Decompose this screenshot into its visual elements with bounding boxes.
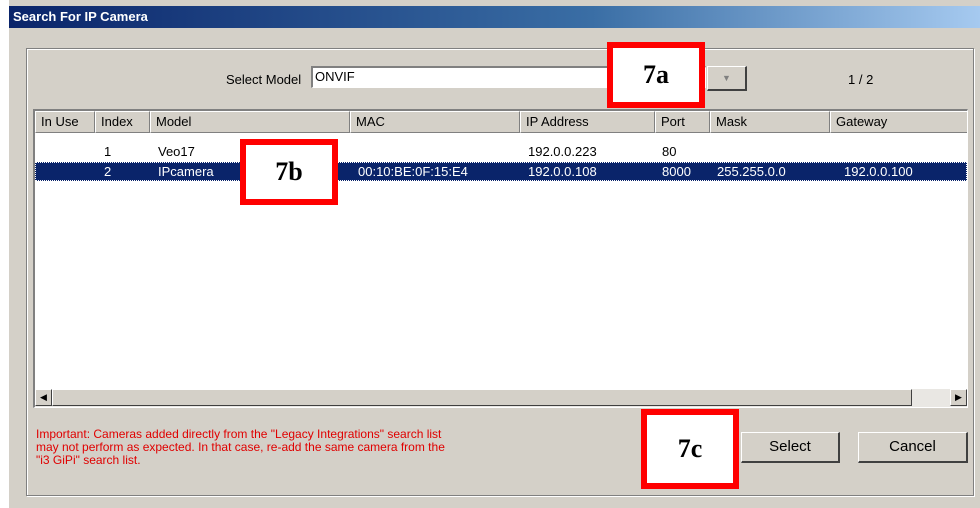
table-row-selected[interactable]: 2 IPcamera 00:10:BE:0F:15:E4 192.0.0.108…: [35, 162, 967, 181]
cell-mac: 00:10:BE:0F:15:E4: [358, 164, 468, 179]
callout-7a: 7a: [607, 42, 705, 108]
notice-line: "i3 GiPi" search list.: [36, 453, 141, 467]
cell-gateway: 192.0.0.100: [844, 164, 913, 179]
column-header-index[interactable]: Index: [95, 111, 150, 133]
page-indicator: 1 / 2: [848, 72, 874, 87]
column-header-ip-address[interactable]: IP Address: [520, 111, 655, 133]
cell-mask: 255.255.0.0: [717, 164, 786, 179]
cell-port: 8000: [662, 164, 691, 179]
chevron-left-icon: ◀: [40, 392, 47, 402]
scroll-left-button[interactable]: ◀: [35, 389, 52, 406]
window-title: Search For IP Camera: [9, 6, 980, 28]
cancel-button[interactable]: Cancel: [858, 432, 968, 463]
scroll-right-button[interactable]: ▶: [950, 389, 967, 406]
important-notice: Important: Cameras added directly from t…: [36, 428, 596, 467]
cell-ip-address: 192.0.0.108: [528, 164, 597, 179]
column-header-mac[interactable]: MAC: [350, 111, 520, 133]
chevron-right-icon: ▶: [955, 392, 962, 402]
cell-model: Veo17: [158, 144, 195, 159]
chevron-down-icon: ▼: [722, 73, 731, 83]
cell-ip-address: 192.0.0.223: [528, 144, 597, 159]
scrollbar-thumb[interactable]: [52, 389, 912, 406]
column-header-gateway[interactable]: Gateway: [830, 111, 967, 133]
cell-index: 1: [104, 144, 112, 159]
select-button[interactable]: Select: [741, 432, 840, 463]
cell-index: 2: [104, 164, 112, 179]
table-row[interactable]: 1 Veo17 192.0.0.223 80: [35, 142, 967, 161]
callout-7c: 7c: [641, 409, 739, 489]
cell-port: 80: [662, 144, 677, 159]
column-header-port[interactable]: Port: [655, 111, 710, 133]
column-header-mask[interactable]: Mask: [710, 111, 830, 133]
select-model-label: Select Model: [226, 72, 302, 87]
camera-list[interactable]: In Use Index Model MAC IP Address Port M…: [33, 109, 968, 408]
column-header-in-use[interactable]: In Use: [35, 111, 95, 133]
callout-7b: 7b: [240, 139, 338, 205]
model-dropdown-button[interactable]: ▼: [707, 66, 747, 91]
horizontal-scrollbar[interactable]: ◀ ▶: [35, 389, 967, 407]
table-header: In Use Index Model MAC IP Address Port M…: [35, 111, 967, 133]
column-header-model[interactable]: Model: [150, 111, 350, 133]
cell-model: IPcamera: [158, 164, 214, 179]
